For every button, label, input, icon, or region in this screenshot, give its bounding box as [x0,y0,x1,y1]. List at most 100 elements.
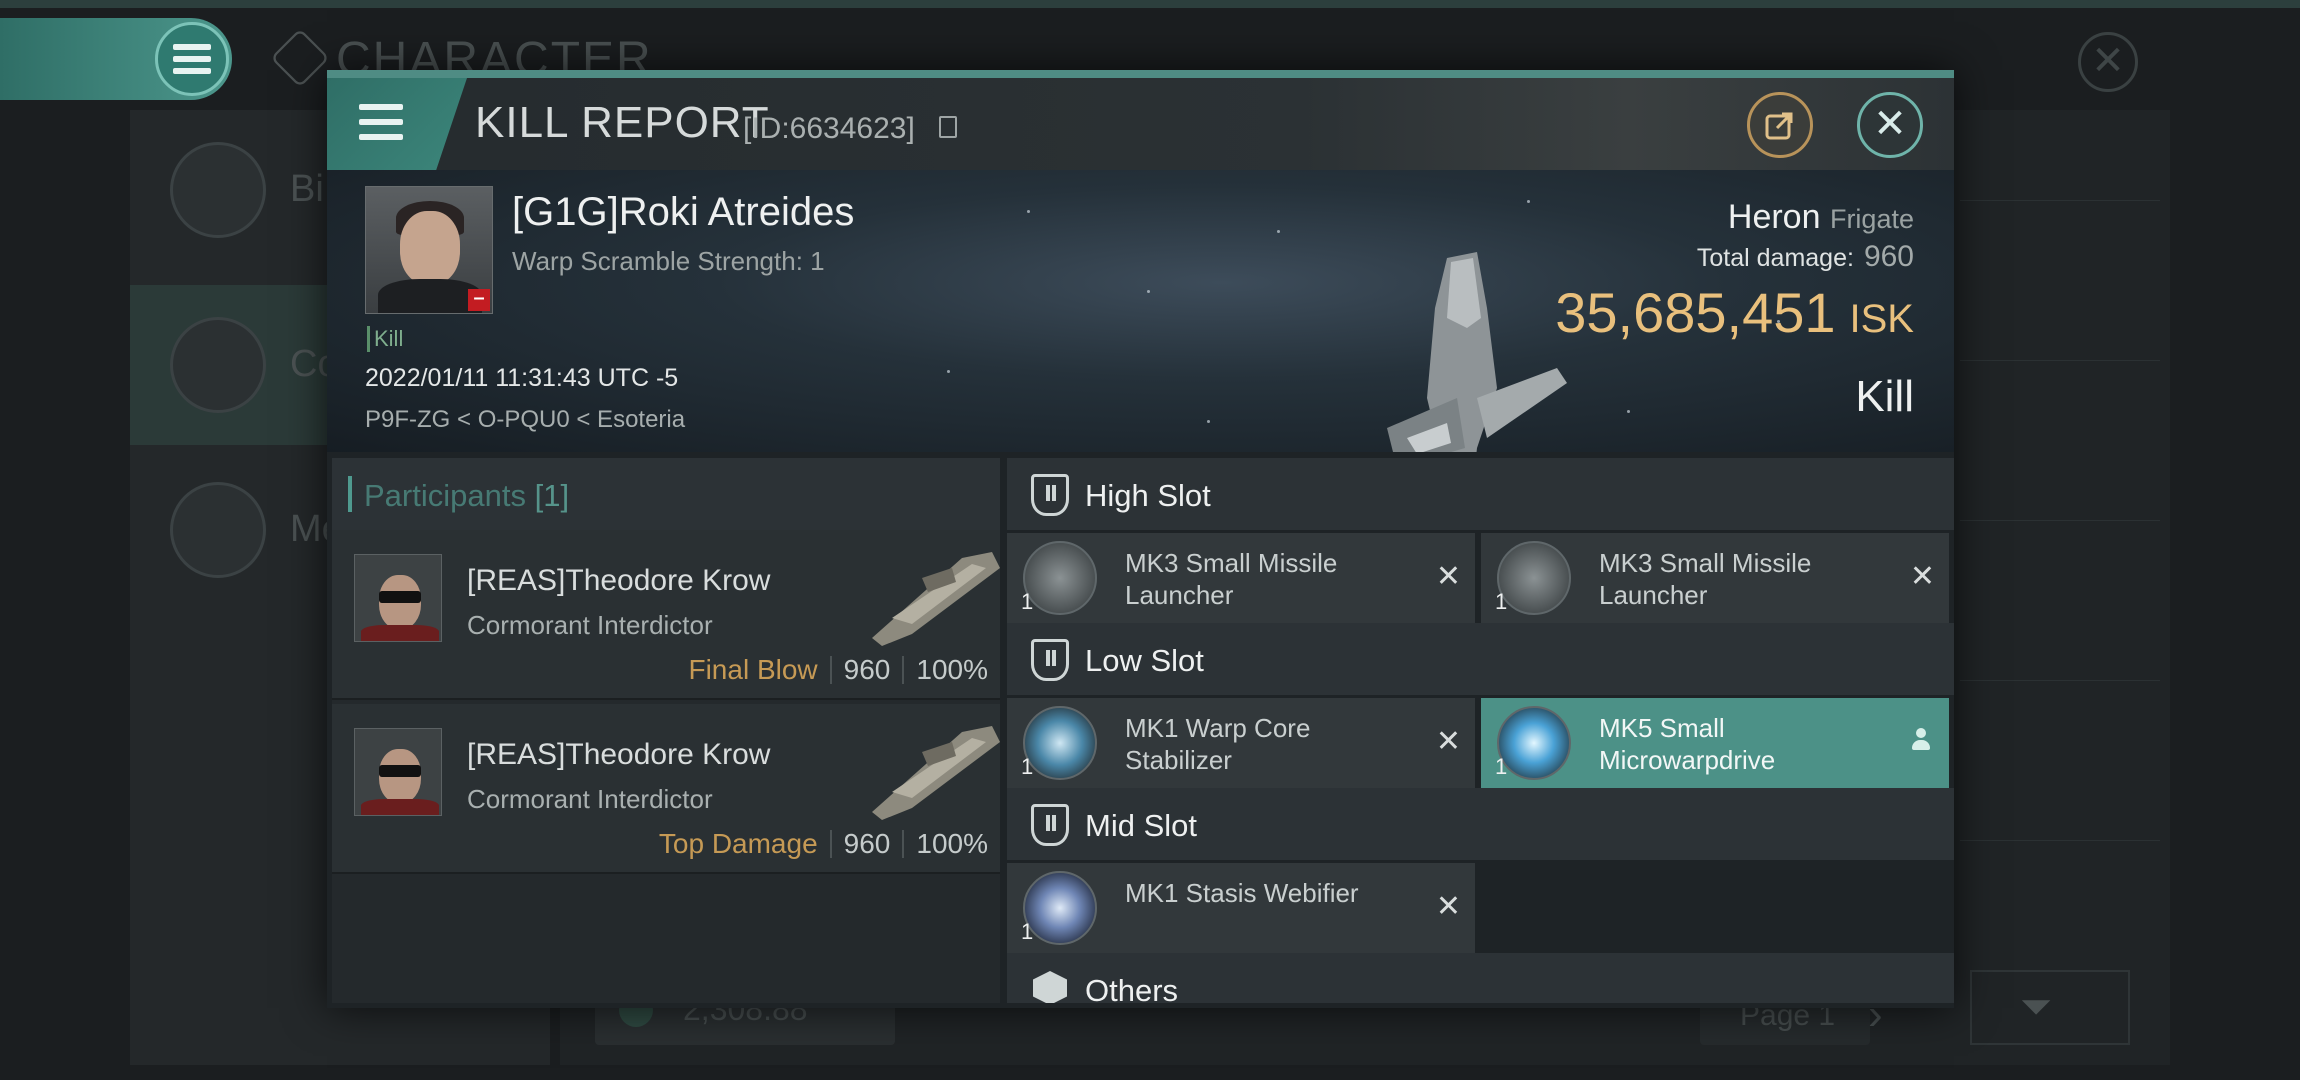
item-name: MK1 Stasis Webifier [1125,878,1359,908]
slot-label: Mid Slot [1085,808,1197,843]
hostile-badge-icon: – [468,288,490,311]
participant-tag: Top Damage [658,828,818,859]
slot-item[interactable]: 1 MK3 Small Missile Launcher ✕ [1481,533,1949,623]
participant-ship-image [872,552,1000,646]
participant-row[interactable]: [REAS]Theodore Krow Cormorant Interdicto… [332,704,1000,874]
menu-icon [173,44,211,74]
modal-title: KILL REPORT [475,98,770,147]
item-quantity: 1 [1021,754,1034,779]
participant-stats: Top Damage 960 100% [659,828,988,860]
participant-ship-image [872,726,1000,820]
fitting-panel: High Slot 1 MK3 Small Missile Launcher ✕… [1007,458,1954,1003]
item-quantity: 1 [1495,754,1508,779]
slot-shield-icon [1031,804,1069,846]
stasis-webifier-icon [1023,871,1097,945]
item-quantity: 1 [1021,919,1034,944]
participant-name: [REAS]Theodore Krow [467,564,771,597]
bg-divider [1960,680,2160,681]
cube-icon [1033,971,1067,1003]
character-icon [270,28,330,88]
kill-location[interactable]: P9F-ZG < O-PQU0 < Esoteria [365,406,685,434]
others-header: Others [1007,953,1954,1003]
total-damage-value: 960 [1863,240,1914,273]
slot-item[interactable]: 1 MK3 Small Missile Launcher ✕ [1007,533,1475,623]
slot-item[interactable]: 1 MK1 Stasis Webifier ✕ [1007,863,1475,953]
modal-header: KILL REPORT [ID:6634623] ✕ [327,78,1954,170]
participant-percent: 100% [916,828,988,859]
item-name: MK3 Small Missile Launcher [1599,548,1812,610]
result-label: Kill [1855,372,1914,421]
victim-portrait[interactable]: – [365,186,493,314]
item-name: MK1 Warp Core Stabilizer [1125,713,1311,775]
item-name: MK5 Small Microwarpdrive [1599,713,1776,775]
participant-tag: Final Blow [688,654,818,685]
missile-launcher-icon [1023,541,1097,615]
ship-name: Heron [1727,198,1821,236]
bg-divider [1960,200,2160,201]
total-damage: Total damage: 960 [1697,240,1914,274]
slot-item-selected[interactable]: 1 MK5 Small Microwarpdrive [1481,698,1949,788]
modal-accent-bar [327,70,1954,78]
high-slot-header: High Slot [1007,458,1954,530]
participant-avatar [354,554,442,642]
star-icon [170,482,266,578]
participant-damage: 960 [843,654,891,685]
share-button[interactable] [1747,92,1813,158]
victim-banner: – [G1G]Roki Atreides Warp Scramble Stren… [327,170,1954,452]
slot-label: Low Slot [1085,643,1204,678]
bg-menu-button[interactable] [155,22,229,96]
top-border [0,0,2300,8]
sidebar-item-label: Bi [290,168,324,210]
slot-label: High Slot [1085,478,1211,513]
modal-menu-button[interactable] [327,78,467,170]
bg-close-button[interactable]: ✕ [2078,32,2138,92]
kill-report-modal: KILL REPORT [ID:6634623] ✕ – [G1G]Roki A… [327,70,1954,1008]
mid-slot-header: Mid Slot [1007,788,1954,860]
victim-name[interactable]: [G1G]Roki Atreides [512,190,854,235]
victim-ship-image [1387,252,1567,452]
destroyed-icon: ✕ [1435,890,1461,923]
kill-timestamp: 2022/01/11 11:31:43 UTC -5 [365,364,679,392]
slot-label: Others [1085,973,1179,1003]
isk-amount: 35,685,451 [1555,281,1836,344]
victim-ship: Heron Frigate [1728,198,1914,237]
participant-name: [REAS]Theodore Krow [467,738,771,771]
item-quantity: 1 [1021,589,1034,614]
microwarpdrive-icon [1497,706,1571,780]
missile-launcher-icon [1497,541,1571,615]
isk-value: 35,685,451 ISK [1555,280,1914,345]
slot-shield-icon [1031,639,1069,681]
participant-avatar [354,728,442,816]
participants-header: Participants [1] [332,458,1000,530]
dropped-user-icon [1911,728,1931,754]
crossed-swords-icon [170,317,266,413]
item-name: MK3 Small Missile Launcher [1125,548,1338,610]
bg-divider [1960,520,2160,521]
menu-icon [359,104,403,140]
participants-panel: Participants [1] [REAS]Theodore Krow Cor… [332,458,1000,1003]
participant-ship: Cormorant Interdictor [467,784,713,814]
item-quantity: 1 [1495,589,1508,614]
warp-core-stabilizer-icon [1023,706,1097,780]
kill-tag: Kill [367,326,403,352]
participant-damage: 960 [843,828,891,859]
bg-divider [1960,360,2160,361]
participants-count: [1] [534,478,570,513]
filter-icon: ⏷ [2020,985,2052,1029]
destroyed-icon: ✕ [1909,560,1935,593]
destroyed-icon: ✕ [1435,725,1461,758]
bg-divider [1960,840,2160,841]
participant-ship: Cormorant Interdictor [467,610,713,640]
total-damage-label: Total damage: [1696,244,1854,272]
slot-shield-icon [1031,474,1069,516]
share-icon [1765,112,1793,140]
participant-row[interactable]: [REAS]Theodore Krow Cormorant Interdicto… [332,530,1000,700]
isk-unit: ISK [1849,297,1914,341]
destroyed-icon: ✕ [1435,560,1461,593]
copy-icon[interactable] [939,116,957,138]
close-button[interactable]: ✕ [1857,92,1923,158]
victim-subtitle: Warp Scramble Strength: 1 [512,246,825,276]
participant-stats: Final Blow 960 100% [688,654,988,686]
slot-item[interactable]: 1 MK1 Warp Core Stabilizer ✕ [1007,698,1475,788]
ship-class: Frigate [1829,204,1914,234]
